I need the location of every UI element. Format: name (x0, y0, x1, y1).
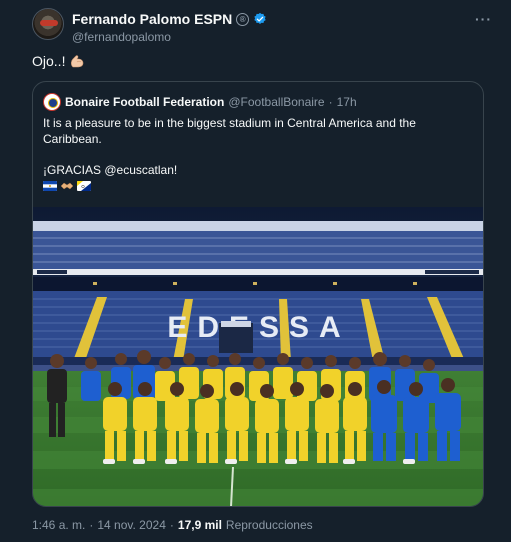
quoted-tweet-text: It is a pleasure to be in the biggest st… (43, 115, 473, 163)
stadium-sign-text: EDESSA (167, 311, 350, 344)
footer-separator: · (89, 518, 94, 532)
post-date[interactable]: 14 nov. 2024 (97, 518, 166, 532)
author-avatar[interactable] (32, 8, 64, 40)
quoted-tweet-card[interactable]: Bonaire Football Federation @FootballBon… (32, 81, 484, 507)
flexed-biceps-emoji (71, 55, 84, 68)
handshake-emoji (60, 182, 74, 190)
footer-separator-2: · (169, 518, 174, 532)
verified-badge-icon (254, 12, 266, 24)
registered-badge: ® (236, 12, 250, 26)
quoted-text-line2: ¡GRACIAS @ecuscatlan! (43, 163, 178, 177)
tweet-text: Ojo..! (32, 53, 85, 69)
tweet-text-content: Ojo..! (32, 53, 66, 69)
quoted-tweet-header: Bonaire Football Federation @FootballBon… (43, 93, 357, 111)
author-handle[interactable]: @fernandopalomo (72, 30, 171, 44)
more-options-icon[interactable]: ··· (475, 11, 492, 27)
el-salvador-flag (43, 181, 57, 191)
views-count: 17,9 mil (177, 518, 222, 532)
quoted-tweet-photo[interactable]: EDESSA (33, 207, 483, 506)
quoted-tweet-time[interactable]: 17h (337, 95, 357, 109)
stadium-team-photo: EDESSA (33, 207, 483, 506)
bonaire-flag (77, 181, 91, 191)
tweet-header: Fernando Palomo ESPN ® @fernandopalomo ·… (32, 8, 502, 44)
quoted-emoji-row (43, 181, 91, 191)
quoted-author-name[interactable]: Bonaire Football Federation (65, 95, 224, 109)
author-display-name[interactable]: Fernando Palomo ESPN (72, 11, 232, 27)
quoted-author-avatar[interactable] (43, 93, 61, 111)
views-label: Reproducciones (225, 518, 313, 532)
separator-dot: · (328, 95, 333, 109)
post-time[interactable]: 1:46 a. m. (32, 518, 85, 532)
author-name-row: Fernando Palomo ESPN ® (72, 11, 267, 27)
tweet-footer: 1:46 a. m. · 14 nov. 2024 · 17,9 mil Rep… (32, 518, 313, 532)
quoted-author-handle[interactable]: @FootballBonaire (228, 95, 324, 109)
quoted-text-line1: It is a pleasure to be in the biggest st… (43, 116, 416, 146)
